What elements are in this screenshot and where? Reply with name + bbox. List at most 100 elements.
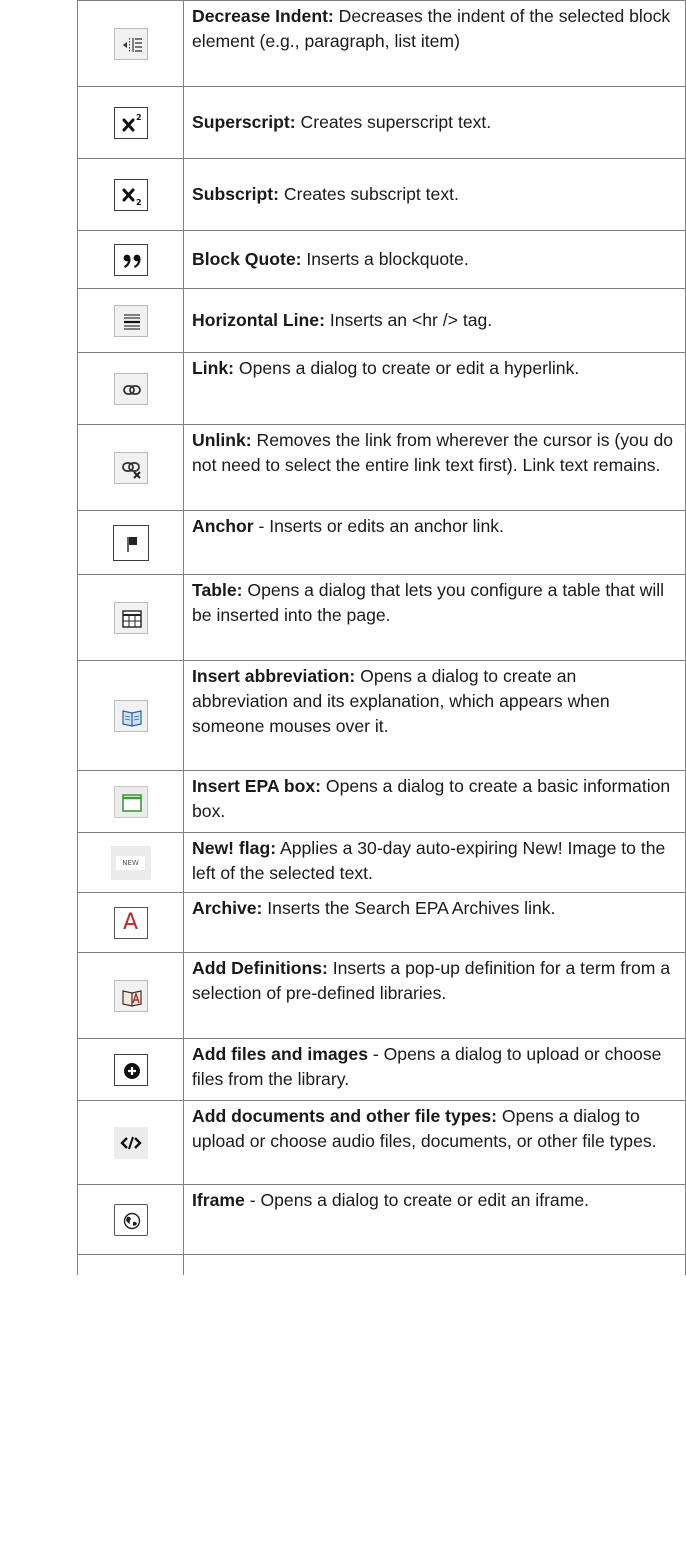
term-description: Opens a dialog that lets you configure a…: [192, 580, 665, 625]
table-row: NEW New! flag: Applies a 30-day auto-exp…: [77, 832, 686, 893]
table-row: 2 Subscript: Creates subscript text.: [77, 158, 686, 231]
table-row: Anchor - Inserts or edits an anchor link…: [77, 510, 686, 575]
term-label: Add Definitions:: [192, 958, 328, 978]
term-label: Superscript:: [192, 112, 296, 132]
term-description: - Opens a dialog to create or edit an if…: [244, 1190, 590, 1210]
icon-cell: [77, 1254, 184, 1275]
anchor-flag-icon: [112, 524, 149, 561]
icon-cell: 2: [77, 86, 184, 159]
icon-cell: [77, 230, 184, 289]
term-description: Removes the link from wherever the curso…: [192, 430, 674, 475]
icon-cell: [77, 952, 184, 1039]
table-row: Horizontal Line: Inserts an <hr /> tag.: [77, 288, 686, 353]
term-description: Creates subscript text.: [279, 184, 459, 204]
term-label: Add documents and other file types:: [192, 1106, 497, 1126]
term-label: New! flag:: [192, 838, 277, 858]
description-cell: Iframe - Opens a dialog to create or edi…: [183, 1184, 686, 1255]
icon-cell: [77, 574, 184, 661]
archive-icon: A: [113, 906, 148, 939]
description-cell: Subscript: Creates subscript text.: [183, 158, 686, 231]
icon-cell: [77, 1038, 184, 1101]
table-row-partial: [77, 1254, 686, 1275]
description-cell: Insert EPA box: Opens a dialog to create…: [183, 770, 686, 833]
icon-cell: A: [77, 892, 184, 953]
description-cell: Superscript: Creates superscript text.: [183, 86, 686, 159]
icon-cell: [77, 352, 184, 425]
icon-cell: NEW: [77, 832, 184, 893]
description-cell: Archive: Inserts the Search EPA Archives…: [183, 892, 686, 953]
icon-cell: 2: [77, 158, 184, 231]
description-cell: Horizontal Line: Inserts an <hr /> tag.: [183, 288, 686, 353]
new-flag-icon: NEW: [110, 845, 151, 880]
abbreviation-book-icon: [113, 699, 148, 732]
table-row: Table: Opens a dialog that lets you conf…: [77, 574, 686, 661]
table-row: Add Definitions: Inserts a pop-up defini…: [77, 952, 686, 1039]
archive-letter: A: [122, 910, 139, 935]
new-flag-label: NEW: [116, 855, 145, 870]
globe-icon: [113, 1203, 148, 1236]
table-row: 2 Superscript: Creates superscript text.: [77, 86, 686, 159]
table-row: Insert EPA box: Opens a dialog to create…: [77, 770, 686, 833]
icon-cell: [77, 0, 184, 87]
description-cell: Decrease Indent: Decreases the indent of…: [183, 0, 686, 87]
horizontal-line-icon: [113, 304, 148, 337]
icon-cell: [77, 1100, 184, 1185]
icon-cell: [77, 424, 184, 511]
term-label: Block Quote:: [192, 249, 302, 269]
term-label: Decrease Indent:: [192, 6, 334, 26]
new-flag-label-box: NEW: [111, 846, 151, 880]
table-icon: [113, 601, 148, 634]
icon-cell: [77, 660, 184, 771]
toolbar-reference-table: Decrease Indent: Decreases the indent of…: [77, 0, 686, 1275]
term-description: Inserts an <hr /> tag.: [324, 310, 493, 330]
description-cell: Link: Opens a dialog to create or edit a…: [183, 352, 686, 425]
svg-text:2: 2: [136, 198, 142, 207]
archive-letter-box: A: [115, 908, 147, 938]
definitions-book-icon: [113, 979, 148, 1012]
description-cell: [183, 1254, 686, 1275]
term-label: Iframe: [192, 1190, 245, 1210]
icon-cell: [77, 288, 184, 353]
term-label: Archive:: [192, 898, 263, 918]
table-row: Link: Opens a dialog to create or edit a…: [77, 352, 686, 425]
table-row: Iframe - Opens a dialog to create or edi…: [77, 1184, 686, 1255]
superscript-icon: 2: [113, 106, 148, 139]
icon-cell: [77, 770, 184, 833]
term-description: Inserts the Search EPA Archives link.: [262, 898, 556, 918]
link-icon: [113, 372, 148, 405]
term-label: Link:: [192, 358, 235, 378]
icon-cell: [77, 510, 184, 575]
term-description: Inserts a blockquote.: [301, 249, 469, 269]
icon-cell: [77, 1184, 184, 1255]
epa-box-icon: [113, 785, 148, 818]
unlink-icon: [113, 451, 148, 484]
term-label: Add files and images: [192, 1044, 368, 1064]
table-row: Add files and images - Opens a dialog to…: [77, 1038, 686, 1101]
term-description: Creates superscript text.: [295, 112, 492, 132]
term-label: Subscript:: [192, 184, 279, 204]
block-quote-icon: [113, 243, 148, 276]
table-row: Block Quote: Inserts a blockquote.: [77, 230, 686, 289]
table-row: Unlink: Removes the link from wherever t…: [77, 424, 686, 511]
table-row: Decrease Indent: Decreases the indent of…: [77, 0, 686, 87]
description-cell: New! flag: Applies a 30-day auto-expirin…: [183, 832, 686, 893]
description-cell: Unlink: Removes the link from wherever t…: [183, 424, 686, 511]
term-description: Opens a dialog to create or edit a hyper…: [234, 358, 580, 378]
description-cell: Anchor - Inserts or edits an anchor link…: [183, 510, 686, 575]
decrease-indent-icon: [113, 27, 148, 60]
term-label: Anchor: [192, 516, 254, 536]
table-row: Add documents and other file types: Open…: [77, 1100, 686, 1185]
subscript-icon: 2: [113, 178, 148, 211]
description-cell: Insert abbreviation: Opens a dialog to c…: [183, 660, 686, 771]
term-label: Insert abbreviation:: [192, 666, 356, 686]
term-label: Table:: [192, 580, 243, 600]
svg-text:2: 2: [136, 113, 142, 122]
term-label: Horizontal Line:: [192, 310, 325, 330]
description-cell: Add Definitions: Inserts a pop-up defini…: [183, 952, 686, 1039]
description-cell: Add files and images - Opens a dialog to…: [183, 1038, 686, 1101]
term-label: Insert EPA box:: [192, 776, 322, 796]
term-description: - Inserts or edits an anchor link.: [253, 516, 504, 536]
table-row: A Archive: Inserts the Search EPA Archiv…: [77, 892, 686, 953]
add-files-plus-icon: [113, 1053, 148, 1086]
description-cell: Block Quote: Inserts a blockquote.: [183, 230, 686, 289]
